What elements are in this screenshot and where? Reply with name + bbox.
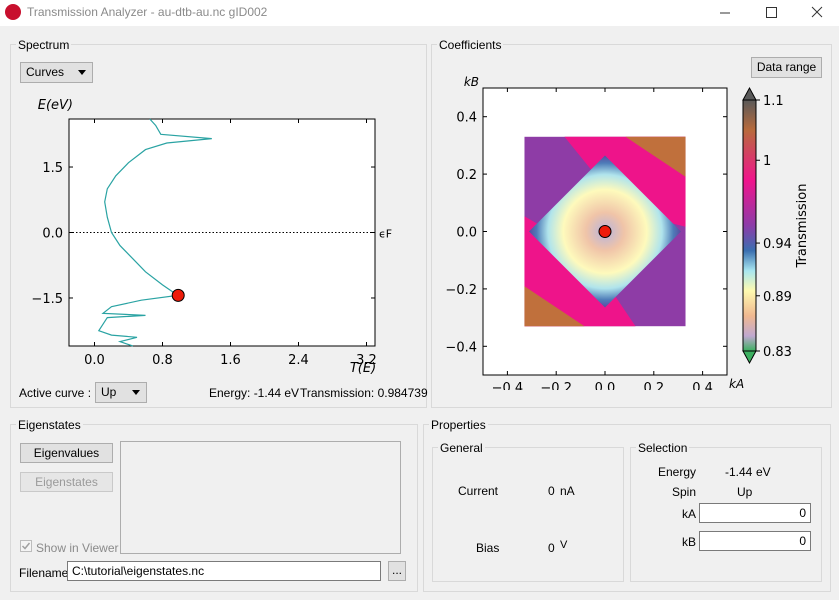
curves-dropdown[interactable]: Curves bbox=[20, 62, 93, 83]
maximize-icon bbox=[766, 7, 777, 18]
filename-label: Filename bbox=[19, 566, 69, 580]
filename-input[interactable]: C:\tutorial\eigenstates.nc bbox=[67, 561, 381, 581]
x-tick-label: 0.0 bbox=[84, 353, 105, 368]
y-tick-label: 0.2 bbox=[456, 168, 477, 183]
minimize-button[interactable] bbox=[702, 0, 748, 26]
y-tick-label: 0.0 bbox=[456, 226, 477, 241]
current-label: Current bbox=[458, 484, 499, 498]
y-tick-label: −0.4 bbox=[445, 340, 477, 355]
show-in-viewer-label: Show in Viewer bbox=[36, 541, 119, 555]
checkmark-icon bbox=[21, 542, 31, 550]
colorbar-label: Transmission bbox=[795, 184, 810, 269]
properties-group-title: Properties bbox=[429, 418, 488, 432]
x-axis-label: T(E) bbox=[350, 361, 376, 376]
y-tick-label: −1.5 bbox=[31, 292, 63, 307]
eigenstates-list[interactable] bbox=[120, 441, 401, 554]
bias-unit: V bbox=[560, 539, 568, 551]
colorbar bbox=[742, 99, 757, 352]
x-tick-label: 0.2 bbox=[643, 381, 664, 390]
active-curve-label: Active curve : bbox=[19, 386, 92, 400]
colorbar-max-arrow bbox=[742, 86, 757, 101]
selection-spin-label: Spin bbox=[672, 485, 697, 499]
x-axis-label: kA bbox=[729, 377, 744, 390]
selection-energy-unit: eV bbox=[756, 465, 771, 479]
coefficients-chart[interactable]: −0.4 −0.2 0.0 0.2 0.4 0.4 0.2 0.0 −0.2 −0.4 kB kA 1.… bbox=[431, 70, 839, 390]
title-bar: Transmission Analyzer - au-dtb-au.nc gID… bbox=[0, 0, 839, 26]
x-tick-label: 0.4 bbox=[692, 381, 713, 390]
x-tick-label: 2.4 bbox=[288, 353, 309, 368]
general-group-title: General bbox=[438, 441, 485, 455]
colorbar-tick-label: 1 bbox=[763, 154, 771, 169]
selection-energy-value: -1.44 bbox=[725, 465, 753, 479]
y-tick-label: 0.0 bbox=[42, 227, 63, 242]
colorbar-tick-label: 1.1 bbox=[763, 94, 784, 109]
selected-k-marker bbox=[598, 225, 612, 238]
energy-readout: Energy: -1.44 eV bbox=[209, 386, 300, 400]
selected-energy-marker bbox=[171, 288, 185, 302]
selection-spin-value: Up bbox=[737, 485, 753, 499]
y-tick-label: −0.2 bbox=[445, 283, 477, 298]
window-title: Transmission Analyzer - au-dtb-au.nc gID… bbox=[27, 5, 268, 19]
show-in-viewer-checkbox[interactable] bbox=[20, 540, 32, 552]
kb-label: kB bbox=[682, 535, 697, 549]
x-tick-label: 0.0 bbox=[595, 381, 616, 390]
x-tick-label: −0.2 bbox=[540, 381, 572, 390]
ka-input[interactable]: 0 bbox=[699, 503, 811, 523]
eigenvalues-button[interactable]: Eigenvalues bbox=[20, 443, 113, 463]
y-tick-label: 0.4 bbox=[456, 111, 477, 126]
y-axis-label: kB bbox=[464, 75, 479, 89]
colorbar-tick-label: 0.89 bbox=[763, 290, 792, 305]
transmission-readout: Transmission: 0.984739 bbox=[300, 386, 428, 400]
bias-value: 0 bbox=[548, 541, 555, 555]
browse-button[interactable]: ... bbox=[388, 561, 406, 581]
y-tick-label: 1.5 bbox=[42, 161, 63, 176]
x-tick-label: 1.6 bbox=[220, 353, 241, 368]
x-tick-label: 0.8 bbox=[152, 353, 173, 368]
close-icon bbox=[811, 6, 823, 18]
coefficients-group-title: Coefficients bbox=[437, 38, 504, 52]
minimize-icon bbox=[720, 12, 730, 14]
bias-label: Bias bbox=[476, 541, 500, 555]
spectrum-group-title: Spectrum bbox=[16, 38, 72, 52]
fermi-label: ϵF bbox=[379, 228, 392, 241]
colorbar-min-arrow bbox=[742, 350, 757, 365]
maximize-button[interactable] bbox=[748, 0, 794, 26]
ka-label: kA bbox=[682, 507, 697, 521]
selection-group-title: Selection bbox=[636, 441, 690, 455]
chevron-down-icon bbox=[132, 390, 140, 395]
colorbar-tick-label: 0.83 bbox=[763, 345, 792, 360]
chevron-down-icon bbox=[78, 70, 86, 75]
active-curve-value: Up bbox=[101, 385, 117, 399]
general-group bbox=[432, 447, 624, 582]
curves-dropdown-label: Curves bbox=[26, 65, 65, 79]
spectrum-chart[interactable]: 0.0 0.8 1.6 2.4 3.21.50.0−1.5E(eV)T(E)ϵF bbox=[10, 90, 425, 380]
eigenstates-button[interactable]: Eigenstates bbox=[20, 472, 113, 492]
kb-input[interactable]: 0 bbox=[699, 531, 811, 551]
current-unit: nA bbox=[560, 484, 575, 498]
y-axis-label: E(eV) bbox=[38, 98, 73, 113]
colorbar-tick-label: 0.94 bbox=[763, 237, 792, 252]
app-icon bbox=[5, 4, 21, 20]
x-tick-label: −0.4 bbox=[492, 381, 524, 390]
active-curve-dropdown[interactable]: Up bbox=[95, 382, 147, 403]
current-value: 0 bbox=[548, 484, 555, 498]
close-button[interactable] bbox=[794, 0, 839, 26]
selection-energy-label: Energy bbox=[658, 465, 697, 479]
eigenstates-group-title: Eigenstates bbox=[16, 418, 83, 432]
